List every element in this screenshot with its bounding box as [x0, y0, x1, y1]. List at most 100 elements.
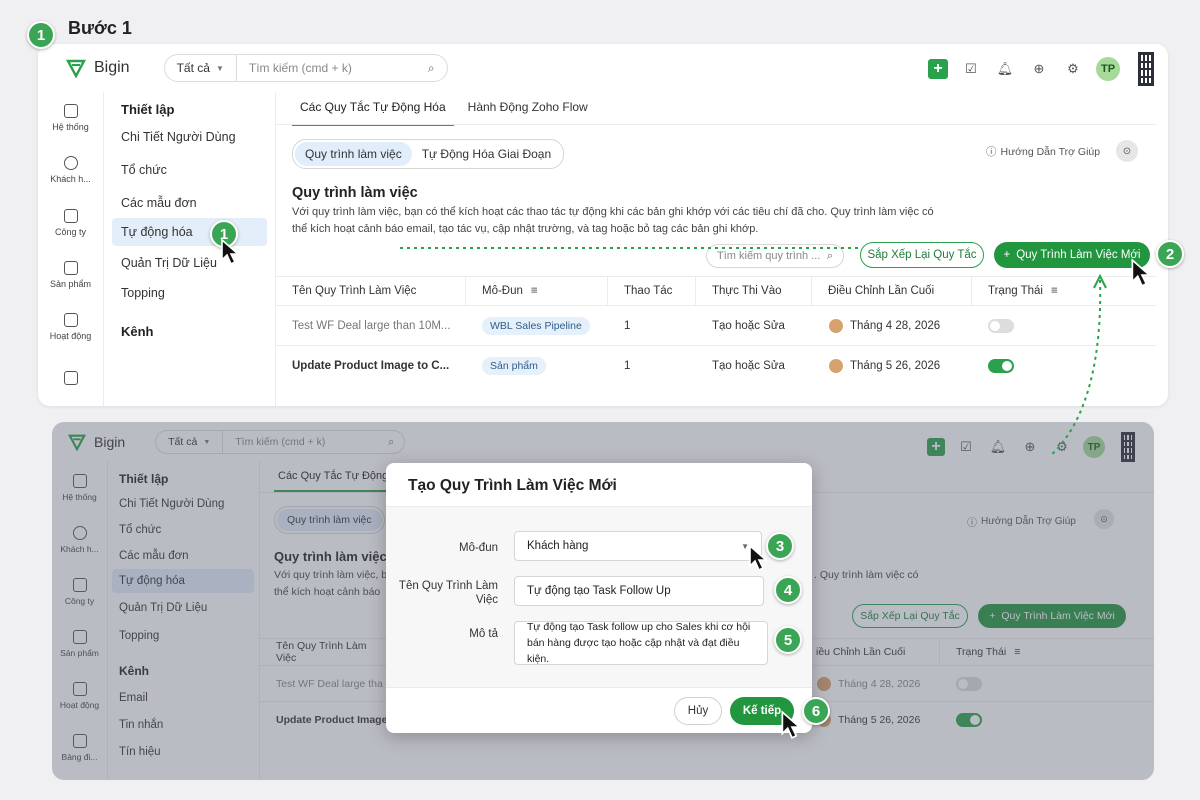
chart-icon — [63, 370, 78, 385]
left-nav: Hệ thống Khách h... Công ty Sản phẩm Hoạ… — [38, 92, 104, 406]
workflow-segment: Quy trình làm việc Tự Động Hóa Giai Đoạn — [292, 139, 565, 169]
nav-customers[interactable]: Khách h... — [38, 144, 103, 196]
table-row[interactable]: Test WF Deal large than 10M... WBL Sales… — [276, 306, 1156, 346]
col-status[interactable]: Trạng Thái ≡ — [972, 277, 1156, 305]
reorder-rules-button[interactable]: Sắp Xếp Lại Quy Tắc — [860, 242, 984, 268]
step-badge: 1 — [27, 21, 55, 49]
avatar — [828, 317, 844, 334]
top-icons: + ☑ 🔔︎ ⊕ ⚙ TP — [928, 52, 1154, 86]
module-select[interactable]: Khách hàng ▼ — [514, 531, 762, 561]
modal-footer: Hủy Kế tiếp — [386, 687, 812, 733]
nav-activities[interactable]: Hoạt động — [38, 301, 103, 353]
annotation-badge: 6 — [802, 697, 830, 725]
step-title: Bước 1 — [68, 18, 132, 38]
help-link[interactable]: ⓘ Hướng Dẫn Trợ Giúp — [986, 144, 1100, 159]
annotation-badge: 4 — [774, 576, 802, 604]
avatar — [828, 358, 844, 374]
search-scope-dropdown[interactable]: Tất cả ▼ — [165, 55, 237, 81]
upgrade-icon[interactable]: ⊕ — [1028, 58, 1050, 80]
row-name[interactable]: Test WF Deal large than 10M... — [276, 306, 451, 345]
person-icon — [63, 156, 78, 171]
play-icon: ⊙ — [1122, 145, 1132, 157]
nav-dashboards[interactable] — [38, 354, 103, 406]
search-input[interactable]: Tìm kiếm (cmd + k) — [237, 61, 428, 75]
segment-workflow[interactable]: Quy trình làm việc — [295, 142, 412, 166]
avatar[interactable]: TP — [1096, 57, 1120, 81]
row-name[interactable]: Update Product Image to C... — [276, 346, 449, 386]
app-name: Bigin — [94, 59, 130, 76]
col-workflow-name[interactable]: Tên Quy Trình Làm Việc — [276, 277, 466, 305]
menu-user-details[interactable]: Chi Tiết Người Dùng — [121, 130, 236, 144]
filter-icon[interactable]: ≡ — [1051, 285, 1058, 297]
col-actions[interactable]: Thao Tác — [608, 277, 696, 305]
row-execute-on: Tạo hoặc Sửa — [712, 319, 785, 332]
cursor-icon — [1131, 258, 1152, 288]
filter-icon[interactable]: ≡ — [531, 285, 538, 297]
tabs-divider — [276, 124, 1156, 125]
tab-automation-rules[interactable]: Các Quy Tắc Tự Động Hóa — [292, 100, 454, 126]
status-toggle[interactable] — [972, 306, 1014, 345]
row-modified: Tháng 5 26, 2026 — [812, 346, 940, 386]
annotation-badge: 2 — [1156, 240, 1184, 268]
app-switcher-icon[interactable] — [1138, 52, 1154, 86]
tab-zoho-flow[interactable]: Hành Động Zoho Flow — [468, 100, 588, 126]
status-toggle[interactable] — [972, 346, 1014, 386]
module-label: Mô-đun — [459, 542, 498, 554]
row-module: WBL Sales Pipeline — [466, 306, 590, 345]
setup-heading: Thiết lập — [121, 102, 175, 117]
annotation-badge: 5 — [774, 626, 802, 654]
description-textarea[interactable]: Tự động tạo Task follow up cho Sales khi… — [514, 621, 768, 665]
row-actions: 1 — [624, 360, 631, 372]
logo: Bigin — [66, 58, 130, 78]
row-execute-on: Tạo hoặc Sửa — [712, 360, 785, 372]
section-title: Quy trình làm việc — [292, 185, 418, 201]
table-row[interactable]: Update Product Image to C... Sản phẩm 1 … — [276, 346, 1156, 386]
tasks-icon[interactable]: ☑ — [960, 58, 982, 80]
search-icon: ⌕ — [826, 249, 833, 262]
annotation-badge: 3 — [766, 532, 794, 560]
new-workflow-button[interactable]: + Quy Trình Làm Việc Mới — [994, 242, 1150, 268]
cursor-icon — [781, 710, 802, 740]
table-header: Tên Quy Trình Làm Việc Mô-Đun ≡ Thao Tác … — [276, 276, 1156, 306]
bell-icon[interactable]: 🔔︎ — [994, 58, 1016, 80]
new-workflow-modal: Tạo Quy Trình Làm Việc Mới Mô-đun Khách … — [386, 463, 812, 733]
quick-create-button[interactable]: + — [928, 59, 948, 79]
check-icon — [63, 313, 78, 328]
nav-products[interactable]: Sản phẩm — [38, 249, 103, 301]
col-last-modified[interactable]: Điều Chỉnh Lần Cuối — [812, 277, 972, 305]
col-execute-on[interactable]: Thực Thi Vào — [696, 277, 812, 305]
menu-topping[interactable]: Topping — [121, 286, 165, 300]
cart-icon — [63, 261, 78, 276]
menu-automation[interactable]: Tự động hóa — [112, 218, 267, 246]
search-icon: ⌕ — [427, 60, 435, 75]
nav-companies[interactable]: Công ty — [38, 197, 103, 249]
top-screenshot: Bigin Tất cả ▼ Tìm kiếm (cmd + k) ⌕ + ☑ 🔔… — [38, 44, 1168, 406]
segment-stage-automation[interactable]: Tự Động Hóa Giai Đoạn — [412, 142, 561, 166]
global-search[interactable]: Tất cả ▼ Tìm kiếm (cmd + k) ⌕ — [163, 54, 448, 82]
tabs: Các Quy Tắc Tự Động Hóa Hành Động Zoho F… — [292, 100, 588, 126]
bigin-logo-icon — [66, 59, 86, 78]
building-icon — [63, 208, 78, 223]
menu-organization[interactable]: Tổ chức — [121, 163, 167, 177]
cursor-icon — [749, 544, 769, 572]
system-icon — [63, 104, 78, 119]
chevron-down-icon: ▼ — [215, 63, 224, 73]
workflow-name-label: Tên Quy Trình Làm Việc — [398, 580, 498, 606]
channel-heading: Kênh — [121, 324, 154, 339]
modal-body: Mô-đun Khách hàng ▼ Tên Quy Trình Làm Việc… — [386, 507, 812, 687]
workflow-search[interactable]: Tìm kiếm quy trình ... ⌕ — [706, 244, 844, 268]
col-module[interactable]: Mô-Đun ≡ — [466, 277, 608, 305]
nav-system[interactable]: Hệ thống — [38, 92, 103, 144]
cursor-icon — [221, 238, 241, 266]
row-modified: Tháng 4 28, 2026 — [812, 306, 940, 345]
description-label: Mô tả — [469, 628, 498, 640]
menu-data-admin[interactable]: Quản Trị Dữ Liệu — [121, 256, 217, 270]
row-module: Sản phẩm — [466, 346, 546, 386]
workflow-name-input[interactable]: Tự động tạo Task Follow Up — [514, 576, 764, 606]
menu-forms[interactable]: Các mẫu đơn — [121, 196, 197, 210]
help-video-button[interactable]: ⊙ — [1116, 140, 1138, 162]
info-icon: ⓘ — [986, 146, 997, 158]
setup-menu: Thiết lập Chi Tiết Người Dùng Tổ chức Cá… — [104, 92, 276, 406]
cancel-button[interactable]: Hủy — [674, 697, 722, 725]
gear-icon[interactable]: ⚙ — [1062, 58, 1084, 80]
